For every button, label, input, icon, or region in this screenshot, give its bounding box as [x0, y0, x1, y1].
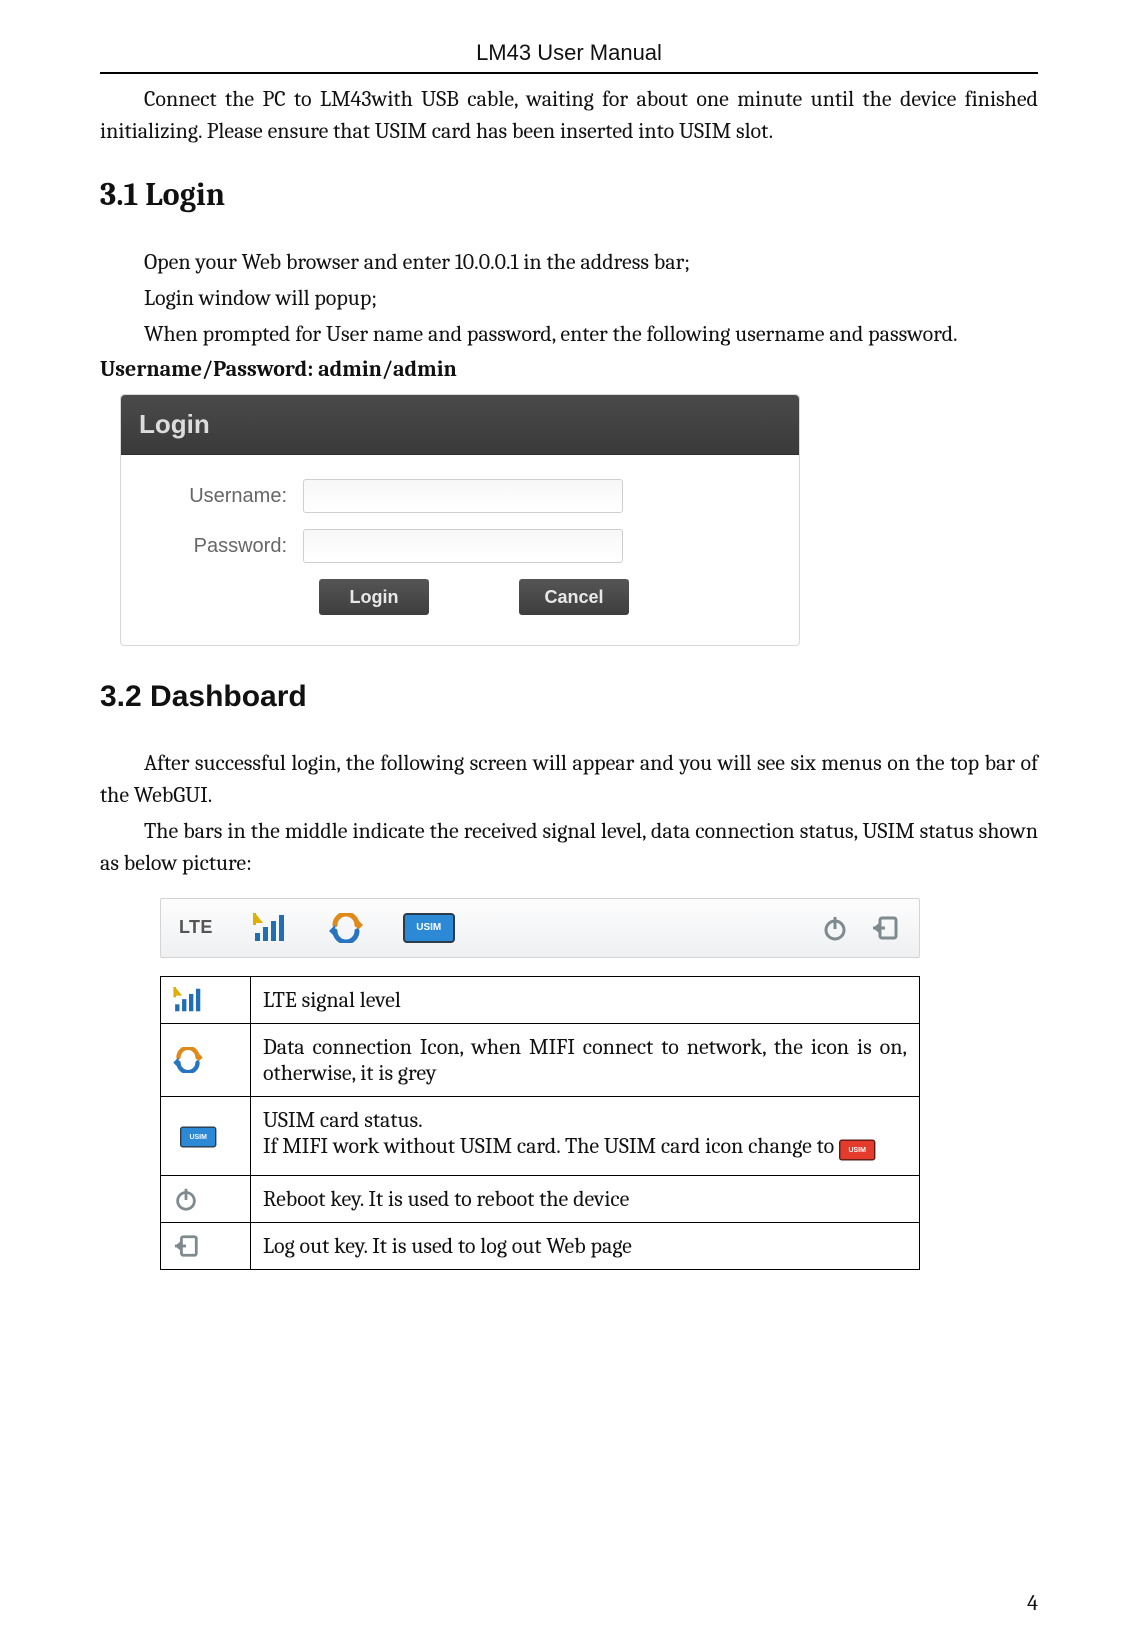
legend-desc: USIM card status. If MIFI work without U…: [251, 1096, 920, 1176]
legend-desc: Data connection Icon, when MIFI connect …: [251, 1023, 920, 1096]
password-field[interactable]: [303, 529, 623, 563]
password-label: Password:: [143, 535, 303, 558]
legend-icon-cell: USIM: [161, 1096, 251, 1176]
login-card-body: Username: Password: Login Cancel: [121, 455, 799, 645]
usim-card-icon-red: USIM: [839, 1140, 875, 1161]
legend-desc: Reboot key. It is used to reboot the dev…: [251, 1176, 920, 1223]
login-card: Login Username: Password: Login Cancel: [120, 394, 800, 646]
table-row: USIM USIM card status. If MIFI work with…: [161, 1096, 920, 1176]
status-bar: LTE: [160, 898, 920, 958]
section-heading-3-1: 3.1 Login: [100, 176, 1038, 213]
usim-card-icon: USIM: [180, 1127, 216, 1148]
s31-p3: When prompted for User name and password…: [100, 319, 1038, 351]
running-head: LM43 User Manual: [100, 40, 1038, 66]
legend-icon-cell: [161, 1176, 251, 1223]
section-32-body: After successful login, the following sc…: [100, 748, 1038, 880]
s31-p2: Login window will popup;: [100, 283, 1038, 315]
legend-desc-line2: If MIFI work without USIM card. The USIM…: [263, 1133, 839, 1159]
legend-desc-line1: USIM card status.: [263, 1107, 423, 1133]
status-bar-left: LTE: [179, 913, 455, 943]
head-rule: [100, 72, 1038, 74]
username-label: Username:: [143, 485, 303, 508]
section-heading-3-2: 3.2 Dashboard: [100, 680, 1038, 714]
table-row: Data connection Icon, when MIFI connect …: [161, 1023, 920, 1096]
signal-bars-icon: [173, 987, 238, 1013]
legend-icon-cell: [161, 1023, 251, 1096]
logout-icon: [173, 1233, 238, 1259]
usim-card-icon: USIM: [403, 913, 455, 943]
s31-p1: Open your Web browser and enter 10.0.0.1…: [100, 247, 1038, 279]
s32-p2: The bars in the middle indicate the rece…: [100, 816, 1038, 880]
reboot-icon: [173, 1186, 238, 1212]
username-row: Username:: [143, 479, 777, 513]
legend-desc: Log out key. It is used to log out Web p…: [251, 1223, 920, 1270]
password-row: Password:: [143, 529, 777, 563]
connection-arrows-icon: [329, 913, 363, 943]
page-number: 4: [1027, 1590, 1038, 1616]
intro-paragraph: Connect the PC to LM43with USB cable, wa…: [100, 84, 1038, 148]
network-type-label: LTE: [179, 917, 213, 938]
login-button[interactable]: Login: [319, 579, 429, 615]
s31-credentials: Username/Password: admin/admin: [100, 354, 1038, 386]
legend-icon-cell: [161, 976, 251, 1023]
legend-desc: LTE signal level: [251, 976, 920, 1023]
legend-icon-cell: [161, 1223, 251, 1270]
table-row: LTE signal level: [161, 976, 920, 1023]
username-field[interactable]: [303, 479, 623, 513]
status-bar-right: [821, 914, 901, 942]
table-row: Reboot key. It is used to reboot the dev…: [161, 1176, 920, 1223]
signal-bars-icon: [253, 913, 289, 943]
connection-arrows-icon: [173, 1047, 238, 1073]
cancel-button[interactable]: Cancel: [519, 579, 629, 615]
s32-p1: After successful login, the following sc…: [100, 748, 1038, 812]
login-card-title: Login: [121, 395, 799, 455]
login-actions: Login Cancel: [143, 579, 777, 615]
table-row: Log out key. It is used to log out Web p…: [161, 1223, 920, 1270]
logout-icon[interactable]: [871, 914, 901, 942]
legend-table: LTE signal level Data connection Icon, w…: [160, 976, 920, 1271]
section-31-body: Open your Web browser and enter 10.0.0.1…: [100, 247, 1038, 387]
reboot-icon[interactable]: [821, 914, 849, 942]
intro-block: Connect the PC to LM43with USB cable, wa…: [100, 84, 1038, 148]
